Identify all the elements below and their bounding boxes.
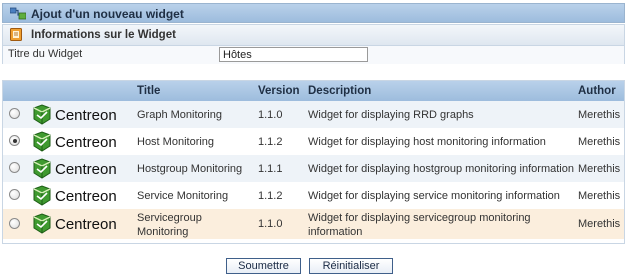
widget-version: 1.1.0 [258,218,283,230]
widget-description: Widget for displaying hostgroup monitori… [308,163,574,175]
submit-button[interactable]: Soumettre [226,258,301,274]
info-book-icon [10,28,22,44]
widget-version: 1.1.1 [258,163,283,175]
widget-radio[interactable] [9,189,20,200]
logo-text: Centreon [55,188,117,205]
logo-text: Centreon [55,216,117,233]
column-title: Title [137,85,161,97]
widget-radio-selected[interactable] [9,135,20,146]
section-title: Informations sur le Widget [31,29,176,41]
centreon-logo: Centreon [31,158,135,183]
centreon-logo: Centreon [31,213,135,238]
widget-radio[interactable] [9,108,20,119]
column-description: Description [308,85,372,97]
page-header: Ajout d'un nouveau widget [2,3,625,23]
widget-description: Widget for displaying servicegroup monit… [308,211,531,239]
widget-table: Title Version Description Author Centreo… [2,80,625,244]
section-header: Informations sur le Widget [3,25,624,46]
widget-description: Widget for displaying service monitoring… [308,190,560,202]
widget-author: Merethis [578,109,621,121]
widget-title: Servicegroup Monitoring [137,211,202,239]
table-header: Title Version Description Author [3,81,624,101]
column-version: Version [258,85,300,97]
widget-title-line2: Monitoring [137,226,189,238]
widget-description: Widget for displaying RRD graphs [308,109,474,121]
logo-text: Centreon [55,107,117,124]
page-title: Ajout d'un nouveau widget [31,7,184,21]
centreon-logo: Centreon [31,131,135,156]
table-row[interactable]: Centreon Host Monitoring 1.1.2 Widget fo… [3,128,624,155]
widget-description-line2: information [308,226,363,238]
widget-radio[interactable] [9,218,20,229]
centreon-logo: Centreon [31,185,135,210]
widget-info-section: Informations sur le Widget Titre du Widg… [2,24,625,64]
widget-author: Merethis [578,136,621,148]
widget-icon [9,7,27,23]
widget-author: Merethis [578,163,621,175]
logo-text: Centreon [55,134,117,151]
column-author: Author [578,85,616,97]
widget-title: Service Monitoring [137,190,229,202]
widget-title: Host Monitoring [137,136,215,148]
reset-button[interactable]: Réinitialiser [309,258,393,274]
widget-author: Merethis [578,190,621,202]
widget-version: 1.1.2 [258,136,283,148]
table-row[interactable]: Centreon Graph Monitoring 1.1.0 Widget f… [3,101,624,128]
table-row[interactable]: Centreon Service Monitoring 1.1.2 Widget… [3,182,624,209]
logo-text: Centreon [55,161,117,178]
table-row[interactable]: Centreon Hostgroup Monitoring 1.1.1 Widg… [3,155,624,182]
widget-description: Widget for displaying host monitoring in… [308,136,546,148]
widget-title-line1: Servicegroup [137,212,202,224]
widget-title: Hostgroup Monitoring [137,163,243,175]
widget-title-input[interactable] [219,47,368,62]
table-row-highlighted[interactable]: Centreon Servicegroup Monitoring 1.1.0 W… [3,209,624,239]
widget-title-row: Titre du Widget [3,46,624,64]
widget-title-label: Titre du Widget [8,48,83,60]
centreon-logo: Centreon [31,104,135,129]
widget-version: 1.1.2 [258,190,283,202]
widget-title: Graph Monitoring [137,109,222,121]
widget-version: 1.1.0 [258,109,283,121]
widget-radio[interactable] [9,162,20,173]
widget-description-line1: Widget for displaying servicegroup monit… [308,212,531,224]
widget-author: Merethis [578,218,621,230]
